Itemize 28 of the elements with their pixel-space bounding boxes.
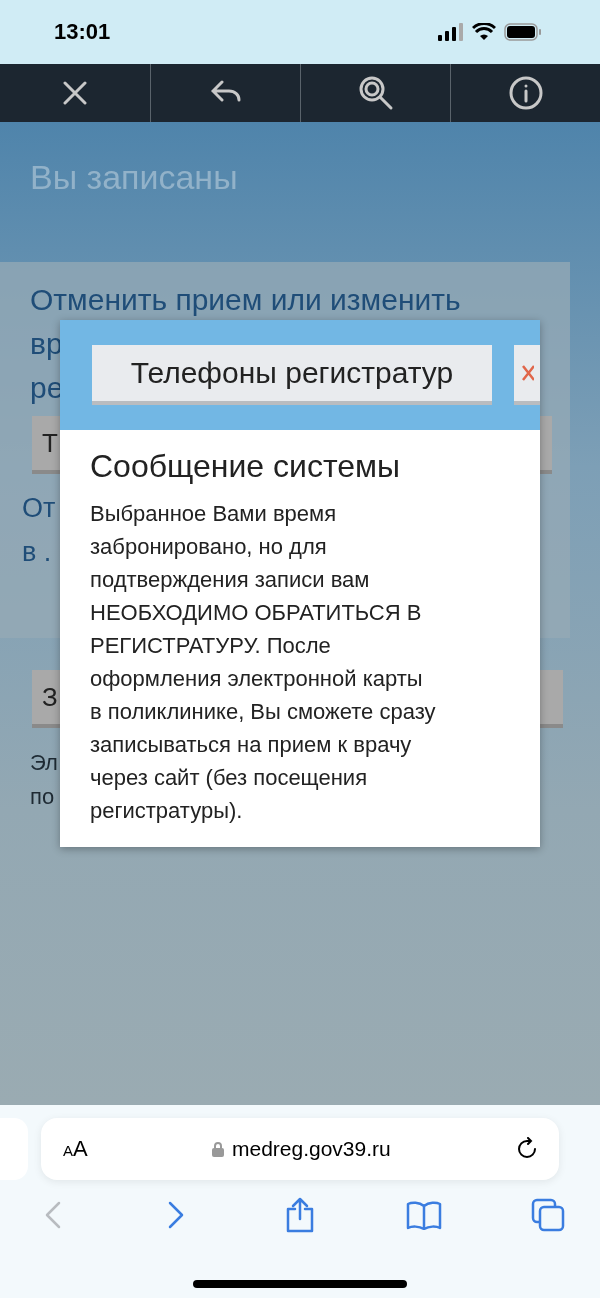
close-icon (522, 364, 534, 382)
panel-text: От (22, 492, 56, 525)
book-icon (405, 1200, 442, 1230)
lock-icon (211, 1141, 224, 1157)
panel-text: вр (30, 326, 63, 362)
close-icon (63, 81, 87, 105)
signal-icon (438, 23, 464, 41)
share-icon (285, 1197, 315, 1233)
footer-text: по (30, 783, 55, 811)
forward-icon (168, 1201, 185, 1229)
info-icon (508, 76, 543, 110)
text-size-button[interactable]: AA (63, 1136, 88, 1162)
reload-icon[interactable] (515, 1137, 539, 1161)
tabs-icon (530, 1198, 565, 1232)
battery-icon (504, 23, 542, 41)
page-title: Вы записаны (29, 157, 239, 198)
search-icon (357, 75, 394, 111)
dialog-title: Сообщение системы (90, 448, 401, 485)
panel-text: Отменить прием или изменить (30, 282, 461, 318)
address-bar[interactable]: AA medreg.gov39.ru (41, 1118, 559, 1180)
dialog-message: Выбранное Вами время забронировано, но для подтверждения записи вам НЕОБХОДИМО ОБРАТИТЬСЯ В РЕГИСТРАТУРУ. После оформления электронной карты в поликлинике, Вы сможете сразу записываться на прием к врачу через сайт (без посещения регистратуры). (90, 500, 437, 825)
footer-text: Эл (30, 749, 58, 777)
status-time: 13:01 (54, 19, 111, 45)
url-text: medreg.gov39.ru (231, 1137, 391, 1161)
wifi-icon (472, 23, 496, 41)
back-icon (44, 1201, 61, 1229)
phones-button[interactable]: Телефоны регистратур (92, 345, 492, 405)
panel-text: в . (22, 536, 52, 569)
